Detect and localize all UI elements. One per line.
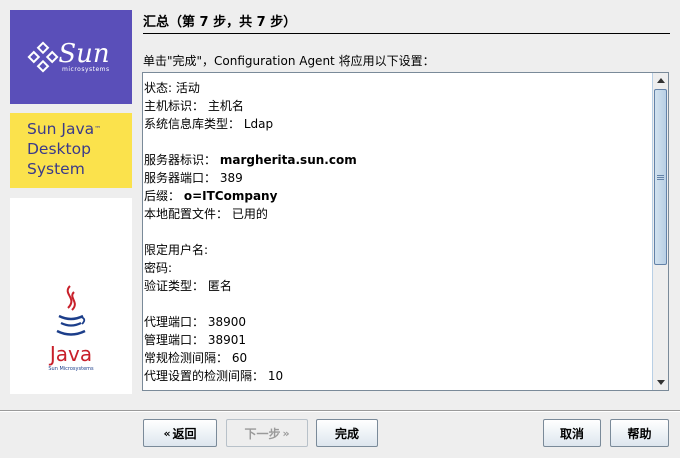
help-button-label: 帮助: [627, 426, 652, 441]
setting-label: 密码:: [144, 261, 173, 275]
java-cup-icon: [56, 285, 86, 336]
java-subtitle: Sun Microsystems: [48, 366, 94, 372]
chevron-double-right-icon: »: [282, 426, 290, 440]
back-button[interactable]: « 返回: [143, 419, 217, 447]
sun-logo: Sun microsystems: [10, 10, 132, 104]
setting-label: 验证类型：: [144, 279, 205, 293]
settings-line: 状态: 活动: [144, 79, 648, 97]
setting-label: 后缀：: [144, 189, 181, 203]
settings-line: 服务器端口： 389: [144, 169, 648, 187]
help-button[interactable]: 帮助: [610, 419, 669, 447]
sun-diamond-icon: [27, 41, 59, 73]
cancel-button[interactable]: 取消: [543, 419, 601, 447]
vertical-scrollbar[interactable]: [652, 73, 668, 390]
setting-value: Ldap: [243, 117, 274, 131]
title-divider: [143, 33, 670, 34]
scroll-down-button[interactable]: [653, 375, 668, 390]
arrow-up-icon: [656, 78, 665, 83]
settings-line: 本地配置文件： 已用的: [144, 205, 648, 223]
setting-value: o=ITCompany: [183, 189, 278, 203]
settings-line: 验证类型： 匿名: [144, 277, 648, 295]
product-line-1: Sun Java: [27, 120, 95, 138]
settings-line: 系统信息库类型： Ldap: [144, 115, 648, 133]
setting-value: 已用的: [231, 207, 268, 221]
setting-value: 主机名: [207, 99, 244, 113]
setting-value: 60: [231, 351, 248, 365]
setting-label: 主机标识：: [144, 99, 205, 113]
setting-value: 38901: [207, 333, 247, 347]
setting-label: 系统信息库类型：: [144, 117, 241, 131]
settings-line: [144, 295, 648, 313]
settings-line: [144, 223, 648, 241]
next-button-label: 下一步: [244, 426, 281, 441]
scrollbar-thumb[interactable]: [654, 89, 667, 265]
next-button[interactable]: 下一步 »: [226, 419, 308, 447]
setting-value: 10: [267, 369, 284, 383]
settings-line: 服务器标识： margherita.sun.com: [144, 151, 648, 169]
cancel-button-label: 取消: [559, 426, 584, 441]
setting-value: margherita.sun.com: [219, 153, 357, 167]
finish-button-label: 完成: [334, 426, 359, 441]
java-logo: Java Sun Microsystems: [10, 198, 132, 394]
setting-label: 限定用户名:: [144, 243, 209, 257]
setting-value: 38900: [207, 315, 247, 329]
trademark-mark: ™: [94, 125, 102, 133]
setting-value: 活动: [175, 81, 200, 95]
product-line-2: Desktop: [27, 140, 91, 158]
setting-label: 本地配置文件：: [144, 207, 229, 221]
setting-value: 匿名: [207, 279, 232, 293]
settings-line: 后缀： o=ITCompany: [144, 187, 648, 205]
product-logo: Sun Java™ Desktop System: [10, 113, 132, 188]
back-button-label: 返回: [172, 426, 197, 441]
setting-value: 389: [219, 171, 243, 185]
scroll-up-button[interactable]: [653, 73, 668, 88]
finish-button[interactable]: 完成: [316, 419, 378, 447]
chevron-double-left-icon: «: [163, 426, 171, 440]
settings-summary-area[interactable]: 状态: 活动 主机标识： 主机名 系统信息库类型： Ldap 服务器标识： marg…: [142, 72, 669, 391]
settings-line: 密码:: [144, 259, 648, 277]
page-title: 汇总（第 7 步，共 7 步）: [143, 15, 297, 30]
settings-line: 代理设置的检测间隔： 10: [144, 367, 648, 385]
setting-label: 代理设置的检测间隔：: [144, 369, 265, 383]
product-line-3: System: [27, 160, 85, 178]
settings-list: 状态: 活动 主机标识： 主机名 系统信息库类型： Ldap 服务器标识： marg…: [143, 79, 648, 385]
grip-icon: [657, 174, 664, 180]
setting-label: 代理端口：: [144, 315, 205, 329]
sun-wordmark: Sun: [58, 39, 110, 69]
setting-label: 常规检测间隔：: [144, 351, 229, 365]
setting-label: 服务器端口：: [144, 171, 217, 185]
arrow-down-icon: [656, 380, 665, 385]
settings-line: 管理端口： 38901: [144, 331, 648, 349]
settings-line: [144, 133, 648, 151]
branding-panel: Sun microsystems Sun Java™ Desktop Syste…: [0, 0, 132, 410]
setting-label: 服务器标识：: [144, 153, 217, 167]
settings-line: 代理端口： 38900: [144, 313, 648, 331]
java-wordmark: Java: [49, 342, 93, 366]
setting-label: 状态:: [144, 81, 173, 95]
settings-line: 常规检测间隔： 60: [144, 349, 648, 367]
intro-text: 单击"完成"，Configuration Agent 将应用以下设置：: [143, 54, 435, 68]
settings-line: 限定用户名:: [144, 241, 648, 259]
sun-subtitle: microsystems: [62, 66, 110, 73]
settings-line: 主机标识： 主机名: [144, 97, 648, 115]
setting-label: 管理端口：: [144, 333, 205, 347]
